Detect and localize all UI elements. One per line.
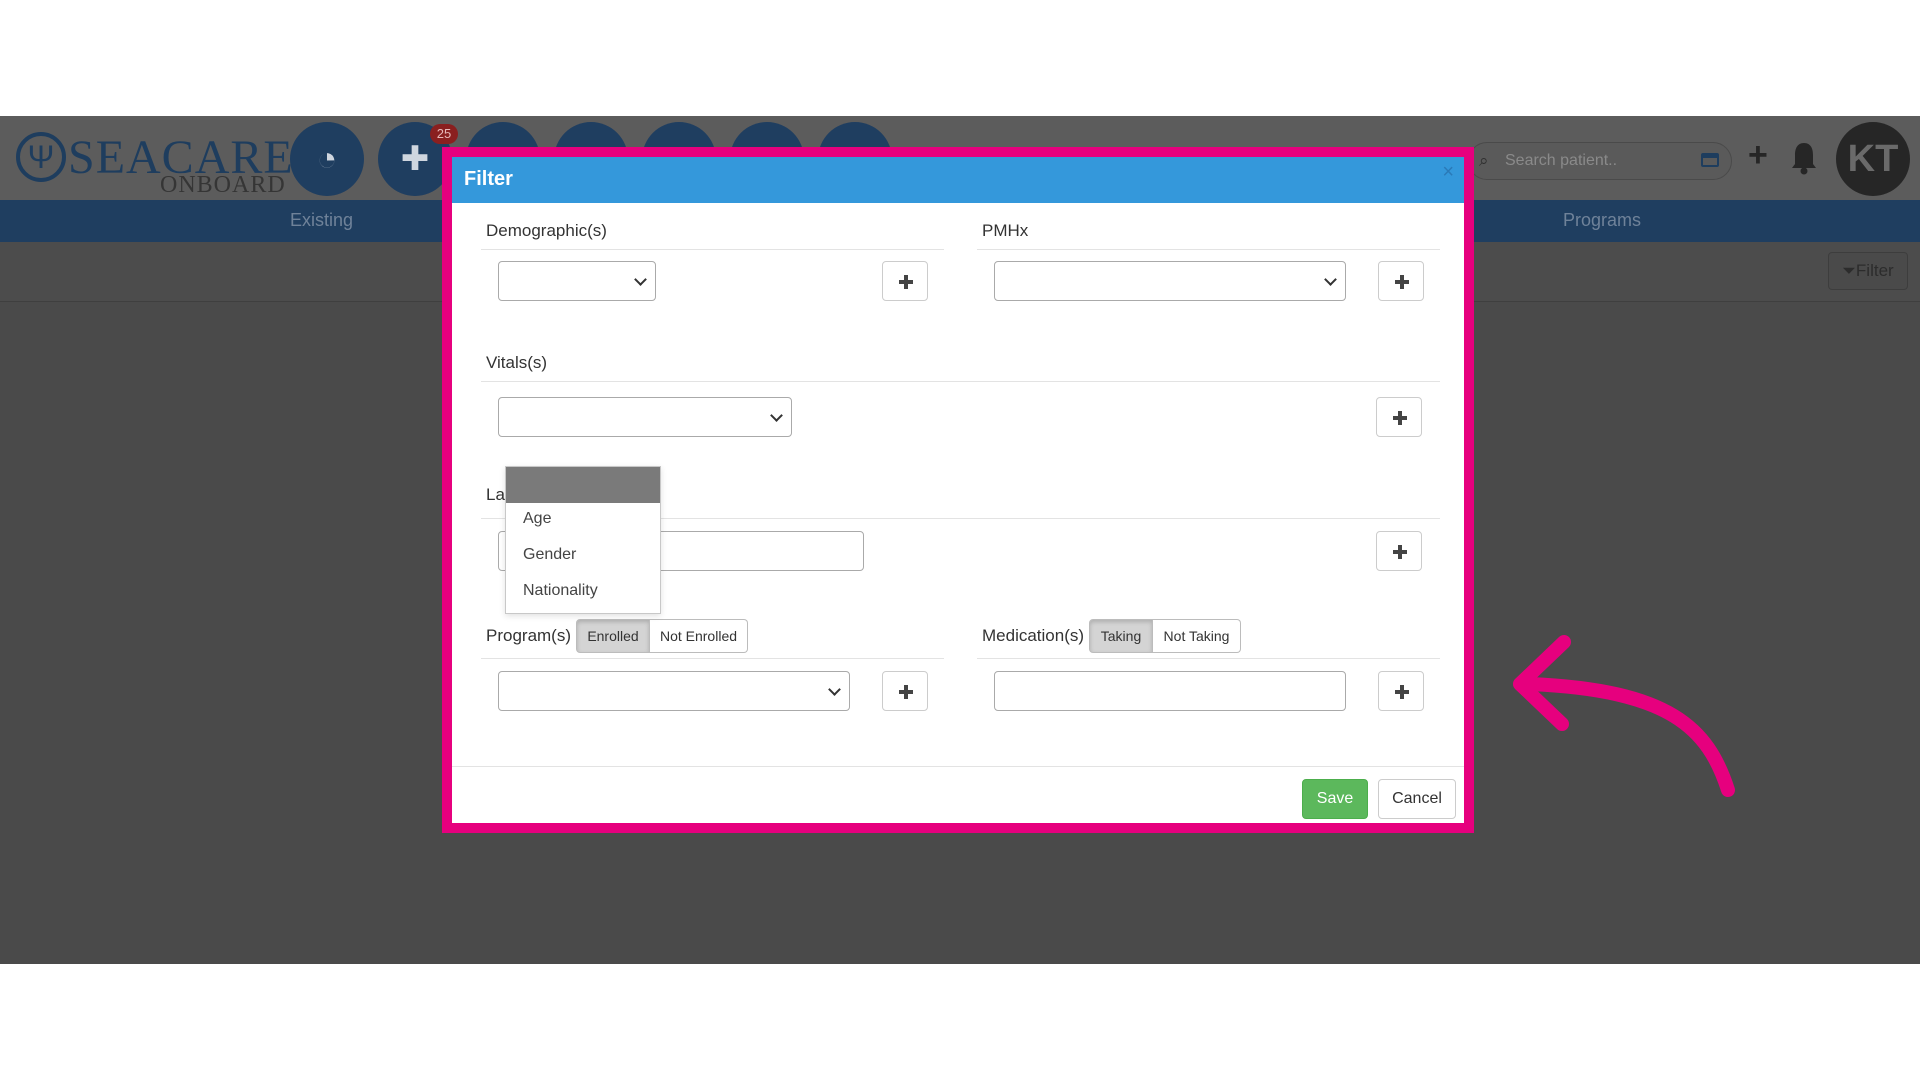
medications-label: Medication(s) [982, 626, 1085, 645]
dropdown-highlighted-option[interactable] [506, 467, 660, 503]
add-medication-button[interactable] [1378, 671, 1424, 711]
programs-divider [481, 658, 944, 659]
filter-button[interactable]: ⏷Filter [1828, 252, 1908, 290]
labs-label: La [486, 485, 505, 504]
chevron-down-icon [770, 409, 783, 422]
nav-programs[interactable]: Programs [1563, 210, 1641, 231]
modal-footer-divider [452, 766, 1464, 767]
card-icon[interactable] [1701, 153, 1719, 167]
demographics-dropdown-list: Age Gender Nationality [505, 466, 661, 614]
trident-icon: Ψ [16, 132, 66, 182]
programs-label: Program(s) [486, 626, 572, 645]
dropdown-option-gender[interactable]: Gender [523, 546, 576, 564]
search-icon: ⌕ [1479, 151, 1489, 170]
program-toggle-enrolled[interactable]: Enrolled [576, 619, 650, 653]
dropdown-option-nationality[interactable]: Nationality [523, 582, 598, 600]
vitals-label: Vitals(s) [486, 353, 548, 372]
patient-search: ⌕ [1468, 142, 1732, 180]
demographics-select[interactable] [498, 261, 656, 301]
modal-header: Filter × [452, 157, 1464, 203]
logo-sub-text: ONBOARD [160, 172, 286, 198]
chevron-down-icon [634, 273, 647, 286]
save-button[interactable]: Save [1302, 779, 1368, 819]
close-icon[interactable]: × [1442, 161, 1454, 184]
medications-input[interactable] [994, 671, 1346, 711]
medications-divider [977, 658, 1440, 659]
pmhx-select[interactable] [994, 261, 1346, 301]
add-program-button[interactable] [882, 671, 928, 711]
chevron-down-icon [828, 683, 841, 696]
programs-select[interactable] [498, 671, 850, 711]
add-demographic-button[interactable] [882, 261, 928, 301]
dashboard-pie-icon[interactable]: ◔ [290, 122, 364, 196]
demographics-divider [481, 249, 944, 250]
bell-icon[interactable] [1790, 140, 1818, 176]
add-vitals-button[interactable] [1376, 397, 1422, 437]
medication-toggle-not-taking[interactable]: Not Taking [1153, 619, 1241, 653]
cancel-button[interactable]: Cancel [1378, 779, 1456, 819]
pmhx-label: PMHx [982, 221, 1029, 240]
program-toggle-not-enrolled[interactable]: Not Enrolled [650, 619, 748, 653]
user-avatar[interactable]: KT [1836, 122, 1910, 196]
dropdown-option-age[interactable]: Age [523, 510, 551, 528]
add-pmhx-button[interactable] [1378, 261, 1424, 301]
vitals-divider [481, 381, 1440, 382]
filter-modal: Filter × Demographic(s) PMHx Vitals(s) L… [452, 157, 1464, 823]
filter-icon: ⏷ [1842, 261, 1856, 280]
screen: Ψ SEACARE ONBOARD ◔ ✚ 25 ⌕ + KT [0, 0, 1920, 1080]
seacare-logo[interactable]: Ψ SEACARE ONBOARD [14, 122, 293, 198]
medication-toggle-taking[interactable]: Taking [1089, 619, 1153, 653]
chevron-down-icon [1324, 273, 1337, 286]
nav-existing[interactable]: Existing [290, 210, 353, 231]
notification-count-badge: 25 [430, 124, 458, 144]
demographics-label: Demographic(s) [486, 221, 607, 240]
filter-button-label: Filter [1855, 261, 1894, 280]
vitals-select[interactable] [498, 397, 792, 437]
search-input[interactable] [1505, 149, 1695, 173]
pmhx-divider [977, 249, 1440, 250]
modal-title: Filter [464, 168, 513, 190]
pointer-arrow-icon [1513, 635, 1735, 797]
add-labs-button[interactable] [1376, 531, 1422, 571]
add-icon[interactable]: + [1748, 136, 1768, 175]
